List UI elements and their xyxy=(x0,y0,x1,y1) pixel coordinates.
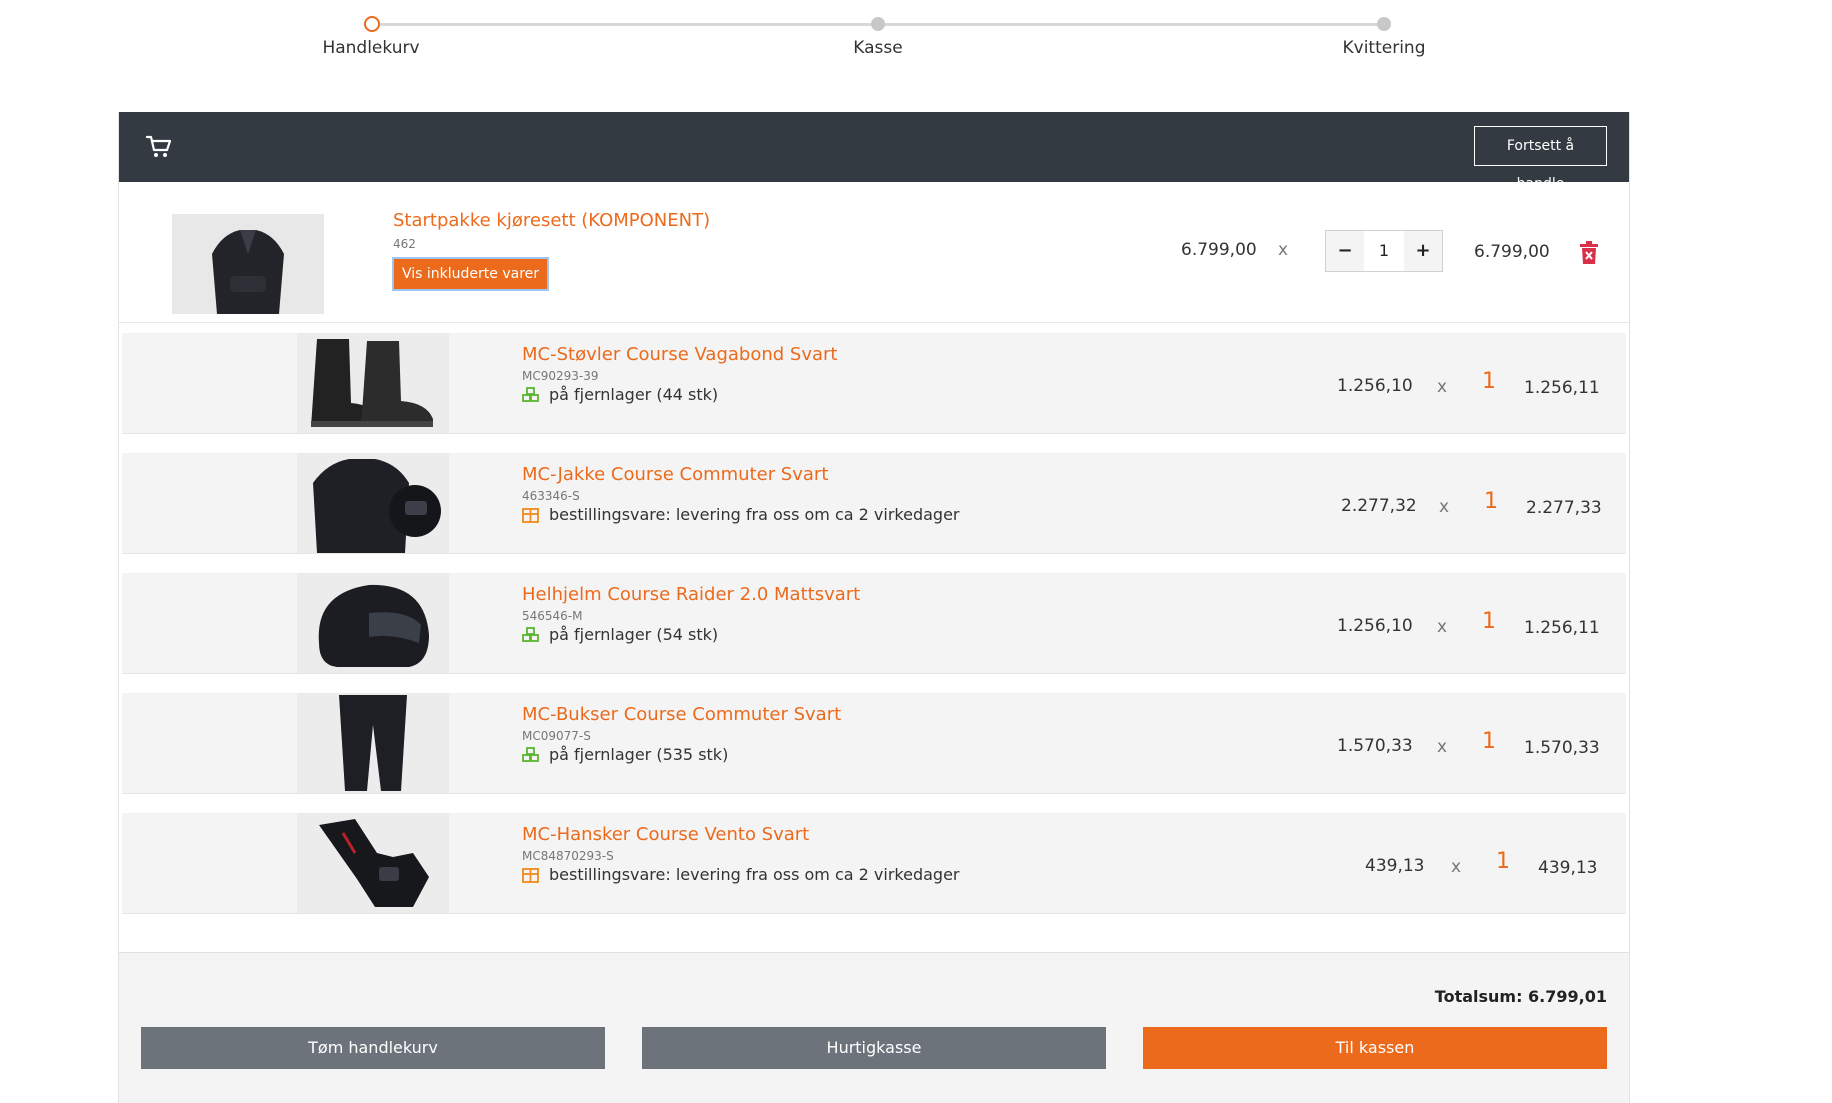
stepper-line xyxy=(882,23,1384,26)
unit-price: 439,13 xyxy=(1365,856,1425,876)
product-image-gloves[interactable] xyxy=(297,813,449,913)
unit-price: 1.256,10 xyxy=(1337,376,1413,396)
empty-cart-button[interactable]: Tøm handlekurv xyxy=(141,1027,605,1069)
product-name-link[interactable]: MC-Bukser Course Commuter Svart xyxy=(522,704,841,725)
unit-price: 6.799,00 xyxy=(1181,240,1257,260)
quantity-stepper: − 1 + xyxy=(1325,230,1443,272)
stock-status: på fjernlager (535 stk) xyxy=(522,745,728,764)
stock-status: på fjernlager (54 stk) xyxy=(522,625,718,644)
step-label-checkout: Kasse xyxy=(853,38,903,58)
included-item-row: MC-Støvler Course Vagabond Svart MC90293… xyxy=(122,333,1626,434)
stock-text: på fjernlager (54 stk) xyxy=(549,625,719,644)
stock-text: på fjernlager (535 stk) xyxy=(549,745,729,764)
stock-status: bestillingsvare: levering fra oss om ca … xyxy=(522,505,959,524)
stock-text: bestillingsvare: levering fra oss om ca … xyxy=(549,865,960,884)
times-sign: x xyxy=(1437,617,1448,637)
times-sign: x xyxy=(1437,377,1448,397)
shopping-cart-icon xyxy=(145,135,172,157)
order-item-icon xyxy=(522,867,539,883)
product-name-link[interactable]: MC-Støvler Course Vagabond Svart xyxy=(522,344,837,365)
product-name-link[interactable]: MC-Jakke Course Commuter Svart xyxy=(522,464,828,485)
product-sku: MC84870293-S xyxy=(522,849,614,863)
product-sku: MC90293-39 xyxy=(522,369,599,383)
show-included-items-button[interactable]: Vis inkluderte varer xyxy=(392,257,550,291)
unit-price: 2.277,32 xyxy=(1341,496,1417,516)
unit-price: 1.256,10 xyxy=(1337,616,1413,636)
stock-status: bestillingsvare: levering fra oss om ca … xyxy=(522,865,959,884)
product-image-helmet[interactable] xyxy=(297,573,449,673)
cart-footer: Totalsum: 6.799,01 Tøm handlekurv Hurtig… xyxy=(119,952,1629,1103)
cart-header: Fortsett å handle xyxy=(119,112,1629,192)
product-image-pants[interactable] xyxy=(297,693,449,793)
included-item-row: MC-Jakke Course Commuter Svart 463346-S … xyxy=(122,453,1626,554)
included-item-row: MC-Hansker Course Vento Svart MC84870293… xyxy=(122,813,1626,914)
times-sign: x xyxy=(1451,857,1462,877)
step-dot-checkout xyxy=(871,17,885,31)
product-sku: 462 xyxy=(393,237,416,251)
included-item-row: MC-Bukser Course Commuter Svart MC09077-… xyxy=(122,693,1626,794)
decrease-quantity-button[interactable]: − xyxy=(1326,231,1364,271)
product-image-jacket[interactable] xyxy=(297,453,449,553)
checkout-stepper: Handlekurv Kasse Kvittering xyxy=(0,0,1832,90)
stock-text: bestillingsvare: levering fra oss om ca … xyxy=(549,505,960,524)
cart-item-row: Startpakke kjøresett (KOMPONENT) 462 Vis… xyxy=(119,182,1629,323)
continue-shopping-button[interactable]: Fortsett å handle xyxy=(1474,126,1607,192)
quantity-value: 1 xyxy=(1482,369,1496,394)
quantity-value: 1 xyxy=(1484,489,1498,514)
delete-icon[interactable] xyxy=(1579,241,1599,265)
product-name-link[interactable]: Startpakke kjøresett (KOMPONENT) xyxy=(393,210,710,231)
times-sign: x xyxy=(1439,497,1450,517)
cart-total: Totalsum: 6.799,01 xyxy=(1434,987,1607,1006)
stepper-line xyxy=(372,23,874,26)
quantity-value: 1 xyxy=(1496,849,1510,874)
order-item-icon xyxy=(522,507,539,523)
quantity-value: 1 xyxy=(1482,729,1496,754)
times-sign: x xyxy=(1437,737,1448,757)
step-dot-receipt xyxy=(1377,17,1391,31)
product-image-boots[interactable] xyxy=(297,333,449,433)
unit-price: 1.570,33 xyxy=(1337,736,1413,756)
product-sku: MC09077-S xyxy=(522,729,591,743)
stock-text: på fjernlager (44 stk) xyxy=(549,385,719,404)
remote-stock-icon xyxy=(522,386,539,402)
product-name-link[interactable]: Helhjelm Course Raider 2.0 Mattsvart xyxy=(522,584,860,605)
line-total: 1.570,33 xyxy=(1524,738,1600,758)
product-sku: 546546-M xyxy=(522,609,583,623)
line-total: 1.256,11 xyxy=(1524,378,1600,398)
line-total: 1.256,11 xyxy=(1524,618,1600,638)
cart-panel: Fortsett å handle Startpakke kjøresett (… xyxy=(118,112,1630,1103)
stock-status: på fjernlager (44 stk) xyxy=(522,385,718,404)
step-label-cart: Handlekurv xyxy=(322,38,420,58)
increase-quantity-button[interactable]: + xyxy=(1404,231,1442,271)
remote-stock-icon xyxy=(522,746,539,762)
product-name-link[interactable]: MC-Hansker Course Vento Svart xyxy=(522,824,809,845)
quick-checkout-button[interactable]: Hurtigkasse xyxy=(642,1027,1106,1069)
product-sku: 463346-S xyxy=(522,489,580,503)
step-label-receipt: Kvittering xyxy=(1342,38,1426,58)
product-image-jacket-kit[interactable] xyxy=(172,214,324,314)
included-item-row: Helhjelm Course Raider 2.0 Mattsvart 546… xyxy=(122,573,1626,674)
line-total: 2.277,33 xyxy=(1526,498,1602,518)
quantity-input[interactable]: 1 xyxy=(1364,231,1404,271)
times-sign: x xyxy=(1278,240,1289,260)
line-total: 439,13 xyxy=(1538,858,1598,878)
step-dot-cart xyxy=(364,16,380,32)
remote-stock-icon xyxy=(522,626,539,642)
checkout-button[interactable]: Til kassen xyxy=(1143,1027,1607,1069)
line-total: 6.799,00 xyxy=(1474,242,1550,262)
quantity-value: 1 xyxy=(1482,609,1496,634)
